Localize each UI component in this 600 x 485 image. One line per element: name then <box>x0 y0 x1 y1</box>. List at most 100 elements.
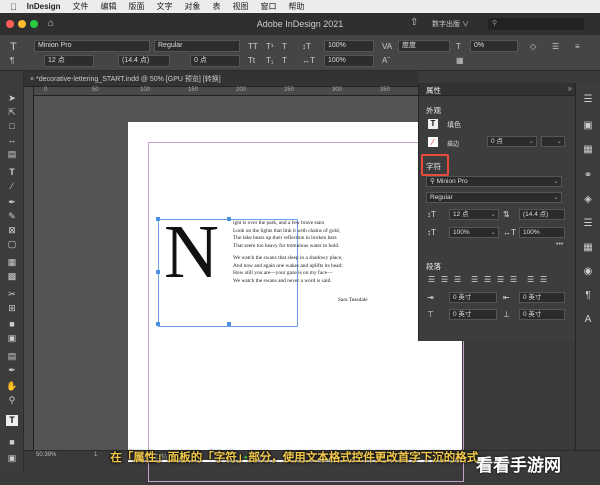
justify-right-icon[interactable]: ☰ <box>497 275 504 284</box>
gradient-swatch-tool-icon[interactable]: ■ <box>6 319 18 330</box>
char-settings-icon[interactable]: ☰ <box>552 42 559 51</box>
share-icon[interactable]: ⇧ <box>410 17 418 28</box>
pasteboard[interactable]: N ight is over the park, and a few brave… <box>34 96 464 482</box>
scissors-tool-icon[interactable]: ✂ <box>6 289 18 300</box>
frame-handle[interactable] <box>156 217 160 221</box>
selection-tool-icon[interactable]: ➤ <box>6 93 18 104</box>
panel-menu-icon[interactable]: ≡ <box>575 42 580 51</box>
font-style-field[interactable]: Regular ⌄ <box>426 192 562 203</box>
skew-field[interactable]: 0% <box>470 40 518 52</box>
justify-center-icon[interactable]: ☰ <box>484 275 491 284</box>
vertical-scale-field[interactable]: 100% ⌄ <box>449 227 499 238</box>
menu-layout[interactable]: 版面 <box>129 1 145 12</box>
cc-libraries-icon[interactable]: ▦ <box>581 143 595 157</box>
language-icon[interactable]: ◇ <box>530 42 536 51</box>
horizontal-scale-field[interactable]: 100% <box>519 227 565 238</box>
font-size-field[interactable]: 12 点 <box>44 55 94 67</box>
fill-swatch-icon[interactable]: T <box>428 119 438 129</box>
gap-tool-icon[interactable]: ↔ <box>6 135 18 146</box>
superscript-icon[interactable]: T¹ <box>266 42 274 51</box>
align-towards-spine-icon[interactable]: ☰ <box>527 275 534 284</box>
stroke-type-dropdown[interactable]: ⌄ <box>541 136 565 147</box>
align-center-icon[interactable]: ☰ <box>441 275 448 284</box>
menu-type[interactable]: 文字 <box>157 1 173 12</box>
content-collector-icon[interactable]: ▤ <box>6 149 18 160</box>
left-indent-field[interactable]: 0 英寸 <box>449 292 497 303</box>
screen-mode-icon[interactable]: ▣ <box>6 453 18 464</box>
grid-tool-icon[interactable]: ▩ <box>6 271 18 282</box>
space-after-field[interactable]: 0 英寸 <box>519 309 565 320</box>
properties-panel-icon[interactable]: ☰ <box>581 93 595 107</box>
apple-icon[interactable]:  <box>10 2 17 12</box>
properties-tab[interactable]: 属性 <box>426 85 441 96</box>
frame-handle[interactable] <box>227 217 231 221</box>
all-caps-icon[interactable]: TT <box>248 42 258 51</box>
search-input[interactable]: ⚲ <box>488 18 584 30</box>
page-tool-icon[interactable]: □ <box>6 121 18 132</box>
pen-tool-icon[interactable]: ✒ <box>6 197 18 208</box>
justify-all-icon[interactable]: ☰ <box>510 275 517 284</box>
character-style-icon[interactable]: ▦ <box>456 56 464 65</box>
zoom-tool-icon[interactable]: ⚲ <box>6 395 18 406</box>
eyedropper-tool-icon[interactable]: ✒ <box>6 365 18 376</box>
underline-icon[interactable]: T <box>282 42 287 51</box>
justify-left-icon[interactable]: ☰ <box>471 275 478 284</box>
gradient-feather-tool-icon[interactable]: ▣ <box>6 333 18 344</box>
menu-app-name[interactable]: InDesign <box>27 2 61 11</box>
strikethrough-icon[interactable]: Т <box>282 56 287 65</box>
rectangle-tool-icon[interactable]: ▢ <box>6 239 18 250</box>
frame-handle[interactable] <box>156 322 160 326</box>
frame-handle[interactable] <box>156 270 160 274</box>
more-options-button[interactable]: ••• <box>556 241 563 248</box>
pencil-tool-icon[interactable]: ✎ <box>6 211 18 222</box>
tracking-field[interactable]: 度度 <box>398 40 450 52</box>
apply-color-icon[interactable]: ■ <box>6 437 18 448</box>
font-family-field[interactable]: Minion Pro <box>34 40 150 52</box>
paragraph-styles-icon[interactable]: ¶ <box>581 289 595 303</box>
right-indent-field[interactable]: 0 英寸 <box>519 292 565 303</box>
direct-selection-tool-icon[interactable]: ⇱ <box>6 107 18 118</box>
horizontal-scale-field[interactable]: 100% <box>324 55 374 67</box>
space-before-field[interactable]: 0 英寸 <box>449 309 497 320</box>
font-style-field[interactable]: Regular <box>154 40 240 52</box>
align-away-spine-icon[interactable]: ☰ <box>540 275 547 284</box>
align-left-icon[interactable]: ☰ <box>428 275 435 284</box>
align-right-icon[interactable]: ☰ <box>454 275 461 284</box>
menu-window[interactable]: 窗口 <box>261 1 277 12</box>
layers-panel-icon[interactable]: ◈ <box>581 193 595 207</box>
note-tool-icon[interactable]: ▤ <box>6 351 18 362</box>
fill-stroke-swatch-icon[interactable]: T <box>6 415 18 426</box>
line-tool-icon[interactable]: ∕ <box>6 181 18 192</box>
zoom-level[interactable]: 50.39% <box>36 452 56 458</box>
menu-object[interactable]: 对象 <box>185 1 201 12</box>
font-size-field[interactable]: 12 点 ⌄ <box>449 209 499 220</box>
frame-handle[interactable] <box>227 322 231 326</box>
collapse-panel-icon[interactable]: » <box>568 84 572 93</box>
swatches-panel-icon[interactable]: ▦ <box>581 241 595 255</box>
small-caps-icon[interactable]: Tt <box>248 56 255 65</box>
pages-panel-icon[interactable]: ▣ <box>581 119 595 133</box>
links-panel-icon[interactable]: ⚭ <box>581 169 595 183</box>
menu-edit[interactable]: 编辑 <box>101 1 117 12</box>
stroke-swatch-icon[interactable]: ∕ <box>428 137 438 147</box>
menu-help[interactable]: 帮助 <box>289 1 305 12</box>
menu-file[interactable]: 文件 <box>73 1 89 12</box>
workspace-switcher[interactable]: 数字出版 ∨ <box>432 19 469 29</box>
menu-view[interactable]: 视图 <box>233 1 249 12</box>
document-tab[interactable]: × *decorative-lettering_START.indd @ 50%… <box>30 74 221 84</box>
free-transform-tool-icon[interactable]: ⊞ <box>6 303 18 314</box>
subscript-icon[interactable]: T₁ <box>266 56 274 65</box>
type-tool-icon[interactable]: T <box>6 167 18 178</box>
stroke-panel-icon[interactable]: ☰ <box>581 217 595 231</box>
font-family-field[interactable]: ⚲ Minion Pro ⌄ <box>426 176 562 187</box>
paragraph-icon[interactable]: ¶ <box>10 56 14 65</box>
rectangle-frame-tool-icon[interactable]: ⊠ <box>6 225 18 236</box>
table-tool-icon[interactable]: ▦ <box>6 257 18 268</box>
stroke-weight-field[interactable]: 0 点 ⌄ <box>487 136 537 147</box>
vertical-scale-field[interactable]: 100% <box>324 40 374 52</box>
leading-field[interactable]: (14.4 点) <box>118 55 170 67</box>
kerning-field[interactable]: 0 点 <box>190 55 240 67</box>
type-tool-icon[interactable]: T <box>10 41 17 53</box>
character-styles-icon[interactable]: A <box>581 313 595 327</box>
leading-field[interactable]: (14.4 点) <box>519 209 565 220</box>
